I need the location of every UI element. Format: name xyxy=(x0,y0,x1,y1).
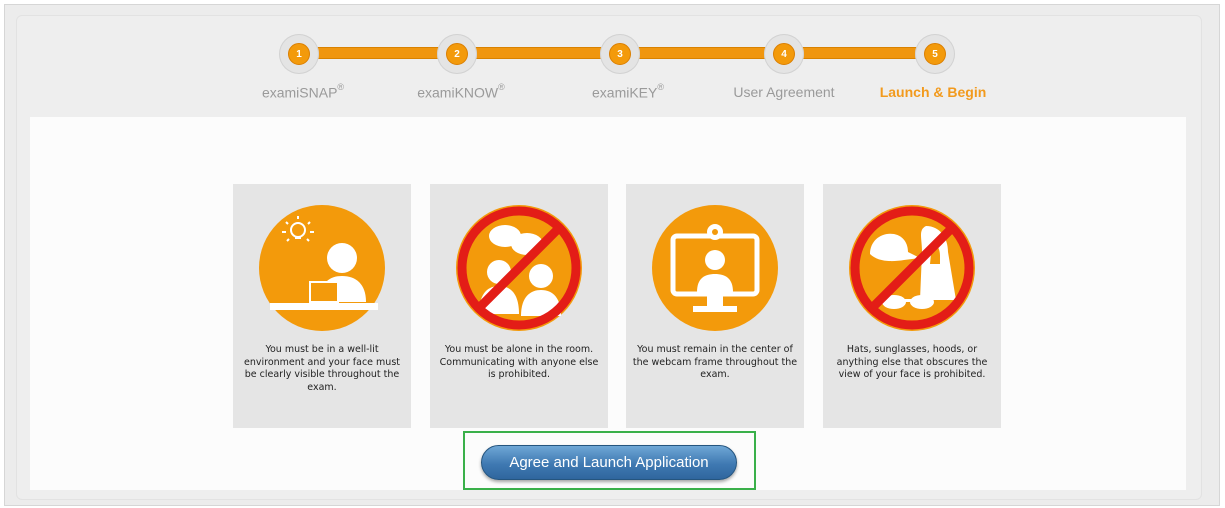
step-3-marker: 3 xyxy=(600,34,640,74)
no-hats-sunglasses-icon xyxy=(849,205,975,331)
step-5-marker: 5 xyxy=(915,34,955,74)
step-4-number: 4 xyxy=(773,43,795,65)
step-3-number: 3 xyxy=(609,43,631,65)
rule-text-alone: You must be alone in the room. Communica… xyxy=(439,344,599,380)
step-1-label: examiSNAP® xyxy=(261,82,345,101)
rule-card-webcam: You must remain in the center of the web… xyxy=(626,184,804,428)
no-people-icon xyxy=(456,205,582,331)
step-2-marker: 2 xyxy=(437,34,477,74)
well-lit-face-icon xyxy=(259,205,385,331)
rule-text-webcam: You must remain in the center of the web… xyxy=(632,344,798,380)
agree-and-launch-button[interactable]: Agree and Launch Application xyxy=(481,445,737,480)
step-2-number: 2 xyxy=(446,43,468,65)
step-2-label: examiKNOW® xyxy=(417,82,505,101)
rule-card-alone: You must be alone in the room. Communica… xyxy=(430,184,608,428)
webcam-center-icon xyxy=(652,205,778,331)
step-3-label: examiKEY® xyxy=(592,82,664,101)
step-1-number: 1 xyxy=(288,43,310,65)
step-5-number: 5 xyxy=(924,43,946,65)
rule-card-obstructions: Hats, sunglasses, hoods, or anything els… xyxy=(823,184,1001,428)
step-1-marker: 1 xyxy=(279,34,319,74)
rule-text-lighting: You must be in a well-lit environment an… xyxy=(244,344,400,393)
rule-text-obstructions: Hats, sunglasses, hoods, or anything els… xyxy=(836,344,988,380)
step-5-label: Launch & Begin xyxy=(879,84,987,100)
step-4-marker: 4 xyxy=(764,34,804,74)
step-4-label: User Agreement xyxy=(733,84,835,100)
rule-card-lighting: You must be in a well-lit environment an… xyxy=(233,184,411,428)
